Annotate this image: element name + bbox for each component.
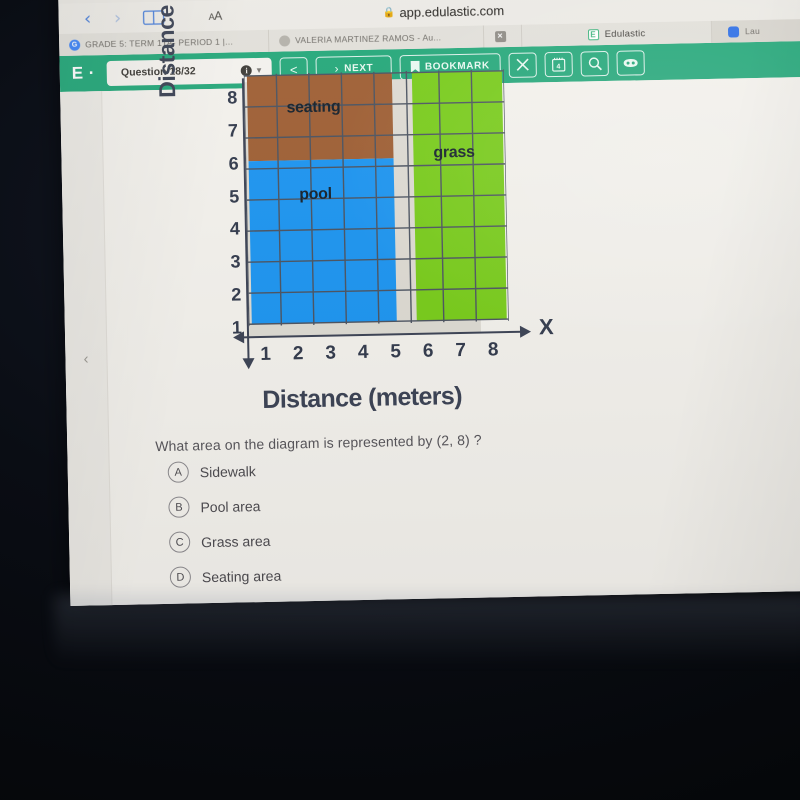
x-tick-4: 4 <box>357 341 369 364</box>
y-tick-8: 8 <box>227 87 238 108</box>
text-size-button[interactable]: AAAA <box>208 9 222 23</box>
browser-tab-4-title: Edulastic <box>604 27 646 40</box>
answer-choices: A Sidewalk B Pool area C Grass area D Se… <box>167 460 282 588</box>
lock-icon: 🔒 <box>382 6 396 18</box>
question-prompt: What area on the diagram is represented … <box>155 431 482 455</box>
choice-b-label: Pool area <box>200 497 261 515</box>
close-box-icon: ✕ <box>494 30 506 42</box>
region-label-grass: grass <box>433 143 475 162</box>
screen-bezel-glow <box>55 595 800 665</box>
svg-text:4: 4 <box>556 63 561 70</box>
choice-d-letter: D <box>169 566 192 588</box>
choice-d-label: Seating area <box>201 567 282 585</box>
x-axis-arrow-left <box>232 331 245 344</box>
classroom-icon: G <box>69 39 81 51</box>
x-tick-7: 7 <box>455 339 467 362</box>
region-label-seating: seating <box>286 98 341 117</box>
choice-b-letter: B <box>168 496 190 518</box>
edulastic-icon: E <box>587 28 599 40</box>
x-axis-ticks: 1 2 3 4 5 6 7 8 <box>249 339 509 366</box>
coordinate-diagram: Distance (meters) 8 7 6 5 4 3 2 1 seatin… <box>151 0 633 430</box>
calculator-button[interactable]: 4 <box>544 51 573 77</box>
choice-c-letter: C <box>168 531 191 553</box>
address-bar-url: app.edulastic.com <box>399 2 505 20</box>
y-tick-5: 5 <box>229 185 240 207</box>
search-button[interactable] <box>580 50 609 77</box>
browser-tab-5[interactable]: Lau <box>711 18 800 43</box>
mask-button[interactable] <box>616 49 645 76</box>
left-rail: ‹ <box>60 91 113 606</box>
chevron-left-icon[interactable]: ‹ <box>83 350 88 367</box>
choice-b[interactable]: B Pool area <box>168 495 280 518</box>
y-tick-7: 7 <box>227 120 239 141</box>
grid-lines <box>243 69 509 327</box>
mask-icon <box>623 57 639 68</box>
choice-a[interactable]: A Sidewalk <box>167 460 280 483</box>
address-bar[interactable]: 🔒 app.edulastic.com <box>382 2 505 20</box>
y-axis-title: Distance (meters) <box>150 0 181 99</box>
generic-page-icon <box>279 34 291 47</box>
x-axis-title: Distance (meters) <box>262 381 463 414</box>
x-axis-arrow-right <box>519 325 532 338</box>
choice-c-label: Grass area <box>201 532 271 550</box>
tablet-screen: 11:55 AM Wed May 25 ‹ › AAAA 🔒 app.edul <box>58 0 800 606</box>
close-button[interactable] <box>508 51 537 78</box>
calculator-icon: 4 <box>552 56 566 72</box>
x-tick-1: 1 <box>260 343 272 366</box>
region-label-pool: pool <box>299 185 332 204</box>
question-content: ‹ Distance (meters) 8 7 6 5 4 3 2 1 seat… <box>60 0 800 606</box>
launch-icon <box>727 25 740 38</box>
browser-tab-3[interactable]: ✕ <box>483 24 523 48</box>
y-tick-2: 2 <box>231 284 242 305</box>
y-tick-3: 3 <box>230 251 241 272</box>
chevron-left-icon[interactable]: ‹ <box>72 8 102 30</box>
close-icon <box>516 58 530 72</box>
choice-c[interactable]: C Grass area <box>168 530 281 553</box>
x-tick-8: 8 <box>487 339 499 361</box>
x-tick-6: 6 <box>422 340 434 362</box>
photo-of-screen: 11:55 AM Wed May 25 ‹ › AAAA 🔒 app.edul <box>0 0 800 800</box>
x-tick-3: 3 <box>325 342 337 364</box>
y-axis-ticks: 8 7 6 5 4 3 2 1 <box>211 87 242 337</box>
x-tick-5: 5 <box>390 341 402 363</box>
x-tick-2: 2 <box>292 343 304 365</box>
browser-tab-2-title: VALERIA MARTINEZ RAMOS - Au... <box>295 32 442 46</box>
choice-a-label: Sidewalk <box>199 462 256 480</box>
browser-tab-4[interactable]: E Edulastic <box>521 20 713 47</box>
x-axis-letter: X <box>538 314 554 340</box>
choice-d[interactable]: D Seating area <box>169 565 282 588</box>
y-tick-4: 4 <box>229 218 241 239</box>
browser-tab-2[interactable]: VALERIA MARTINEZ RAMOS - Au... <box>268 25 485 52</box>
y-tick-6: 6 <box>228 153 239 174</box>
chevron-right-icon[interactable]: › <box>102 7 132 29</box>
edulastic-logo[interactable]: E · <box>72 63 96 83</box>
browser-tab-5-title: Lau <box>744 25 761 37</box>
choice-a-letter: A <box>167 461 189 483</box>
plot-area: seating pool grass <box>243 69 509 338</box>
magnifier-icon <box>587 56 602 71</box>
